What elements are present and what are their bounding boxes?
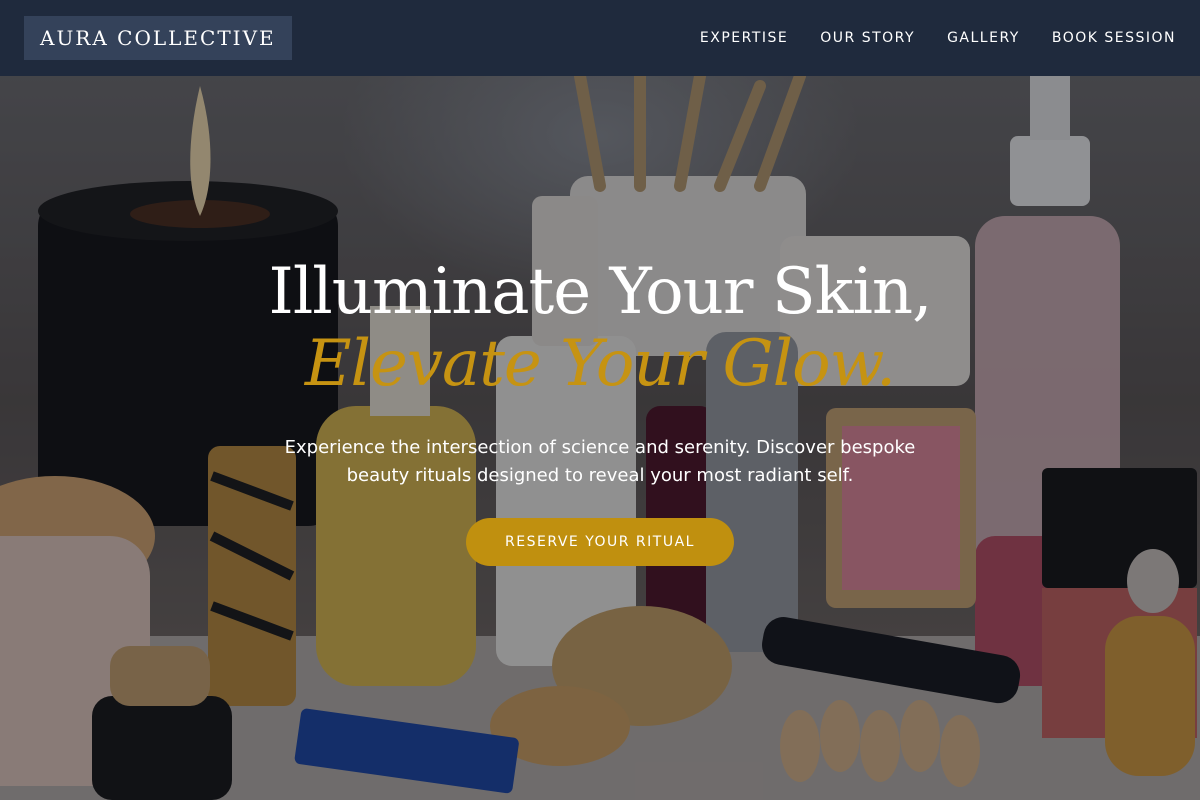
hero-content: Illuminate Your Skin, Elevate Your Glow.… <box>0 256 1200 566</box>
hero-headline-primary: Illuminate Your Skin, <box>268 255 933 329</box>
hero-section: Illuminate Your Skin, Elevate Your Glow.… <box>0 76 1200 800</box>
nav-link-expertise[interactable]: EXPERTISE <box>700 30 788 46</box>
nav-link-gallery[interactable]: GALLERY <box>947 30 1020 46</box>
brand-logo[interactable]: AURA COLLECTIVE <box>24 16 292 60</box>
site-header: AURA COLLECTIVE EXPERTISE OUR STORY GALL… <box>0 0 1200 76</box>
reserve-ritual-button[interactable]: RESERVE YOUR RITUAL <box>466 518 734 566</box>
hero-headline-accent: Elevate Your Glow. <box>304 327 896 401</box>
nav-link-our-story[interactable]: OUR STORY <box>820 30 915 46</box>
main-nav: EXPERTISE OUR STORY GALLERY BOOK SESSION <box>700 30 1176 46</box>
hero-subtext: Experience the intersection of science a… <box>284 437 916 486</box>
nav-link-book-session[interactable]: BOOK SESSION <box>1052 30 1176 46</box>
